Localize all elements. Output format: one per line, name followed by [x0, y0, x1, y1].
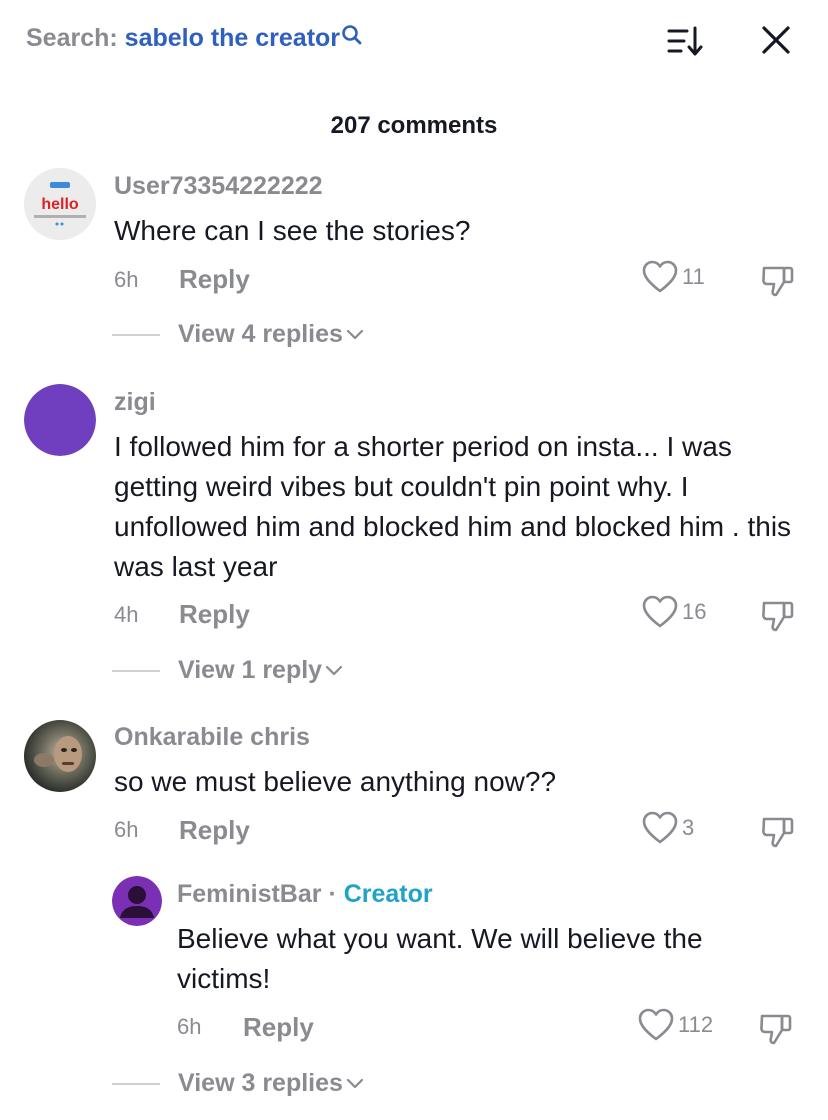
- comment-username[interactable]: User73354222222: [114, 172, 323, 201]
- like-count: 16: [682, 599, 707, 624]
- reply-username[interactable]: FeministBar · Creator: [177, 880, 433, 909]
- chevron-down-icon: [325, 665, 343, 675]
- reply-text: Believe what you want. We will believe t…: [177, 923, 703, 994]
- dislike-icon[interactable]: [760, 597, 796, 633]
- heart-icon: [642, 260, 678, 293]
- reply-time: 6h: [177, 1014, 202, 1039]
- search-query[interactable]: Search: sabelo the creator: [26, 24, 363, 53]
- close-icon[interactable]: [758, 22, 794, 58]
- heart-icon: [642, 595, 678, 628]
- avatar-image: [24, 384, 96, 456]
- avatar-image: [24, 720, 96, 792]
- divider: [112, 669, 160, 672]
- like-button[interactable]: 112: [638, 1008, 713, 1042]
- view-replies-button[interactable]: View 3 replies: [112, 1069, 364, 1098]
- heart-icon: [642, 811, 678, 844]
- comment-text: I followed him for a shorter period on i…: [114, 431, 792, 582]
- avatar[interactable]: [24, 720, 96, 792]
- sort-icon[interactable]: [664, 22, 704, 62]
- like-count: 11: [682, 264, 705, 289]
- avatar[interactable]: [24, 384, 96, 456]
- avatar[interactable]: hello: [24, 168, 96, 240]
- search-header: Search: sabelo the creator: [0, 0, 828, 82]
- reply-username-text: FeministBar: [177, 880, 322, 908]
- like-button[interactable]: 11: [642, 260, 705, 294]
- search-icon[interactable]: [341, 24, 363, 46]
- comment-time: 6h: [114, 817, 139, 842]
- divider: [112, 1082, 160, 1085]
- reply-button[interactable]: Reply: [243, 1012, 314, 1043]
- separator: ·: [328, 880, 337, 908]
- avatar-image: hello: [24, 168, 96, 240]
- comment-text: Where can I see the stories?: [114, 215, 471, 246]
- dislike-icon[interactable]: [760, 262, 796, 298]
- search-term[interactable]: sabelo the creator: [125, 24, 340, 52]
- dislike-icon[interactable]: [758, 1010, 794, 1046]
- view-replies-label: View 1 reply: [178, 656, 323, 684]
- like-count: 112: [678, 1012, 714, 1037]
- like-button[interactable]: 3: [642, 811, 694, 845]
- view-replies-button[interactable]: View 4 replies: [112, 320, 364, 349]
- chevron-down-icon: [346, 329, 364, 339]
- dislike-icon[interactable]: [760, 813, 796, 849]
- comment-count: 207 comments: [330, 112, 498, 139]
- comment-text: so we must believe anything now??: [114, 766, 557, 797]
- comment-time: 6h: [114, 267, 139, 292]
- avatar-text: hello: [41, 196, 79, 213]
- like-count: 3: [682, 815, 695, 840]
- view-replies-button[interactable]: View 1 reply: [112, 656, 343, 685]
- comment-time: 4h: [114, 602, 139, 627]
- reply-button[interactable]: Reply: [179, 599, 250, 630]
- divider: [112, 333, 160, 336]
- search-label: Search:: [26, 24, 118, 52]
- reply-button[interactable]: Reply: [179, 815, 250, 846]
- view-replies-label: View 3 replies: [178, 1069, 343, 1097]
- heart-icon: [638, 1008, 674, 1041]
- avatar[interactable]: [112, 876, 162, 926]
- avatar-image: [112, 876, 162, 926]
- reply-button[interactable]: Reply: [179, 264, 250, 295]
- like-button[interactable]: 16: [642, 595, 706, 629]
- creator-badge: Creator: [343, 880, 433, 908]
- comment-username[interactable]: Onkarabile chris: [114, 723, 310, 752]
- comment-username[interactable]: zigi: [114, 388, 156, 417]
- chevron-down-icon: [346, 1078, 364, 1088]
- view-replies-label: View 4 replies: [178, 320, 343, 348]
